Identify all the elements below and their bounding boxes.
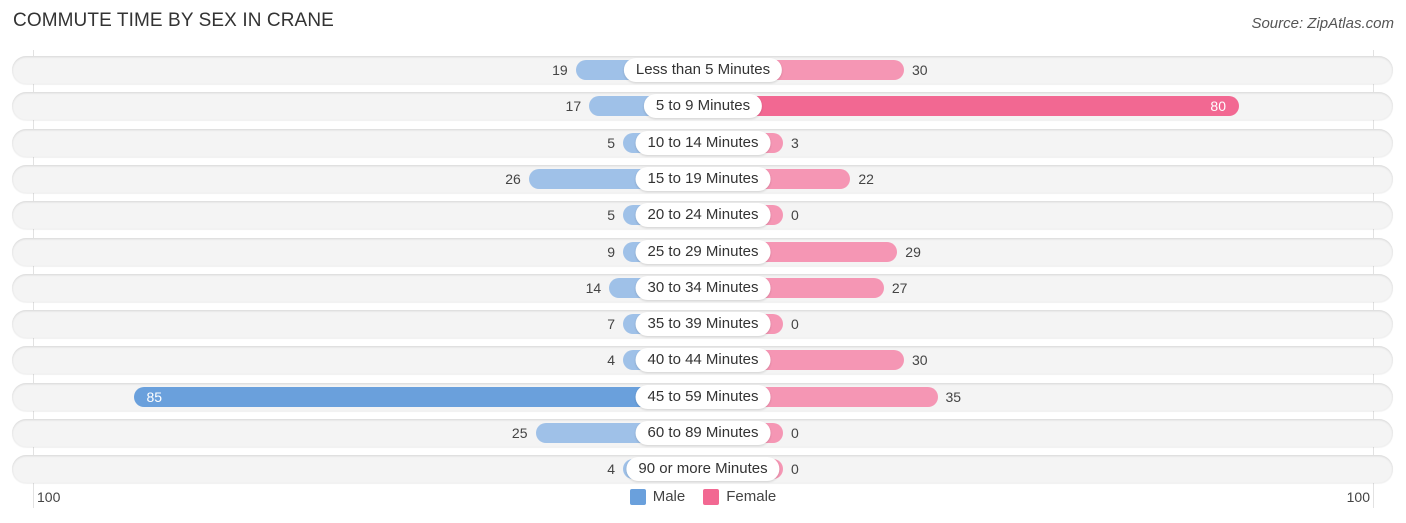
category-label: 40 to 44 Minutes (635, 348, 771, 373)
value-label-male: 25 (511, 425, 528, 441)
source-label: Source: ZipAtlas.com (1251, 15, 1394, 32)
category-label: Less than 5 Minutes (623, 58, 783, 82)
category-label: 10 to 14 Minutes (635, 130, 771, 155)
value-label-female: 0 (791, 425, 799, 441)
value-label-male: 19 (552, 62, 568, 78)
value-label-female: 3 (791, 134, 799, 151)
value-label-male: 85 (146, 388, 163, 405)
category-label: 5 to 9 Minutes (643, 94, 763, 119)
legend-item-male[interactable]: Male (629, 488, 686, 505)
legend-label-female: Female (726, 488, 777, 505)
legend-swatch-female (703, 488, 720, 505)
category-label: 90 or more Minutes (626, 457, 780, 482)
category-label: 25 to 29 Minutes (635, 239, 771, 264)
value-label-male: 26 (505, 170, 521, 187)
chart-title: COMMUTE TIME BY SEX IN CRANE (13, 10, 334, 31)
category-label: 30 to 34 Minutes (635, 275, 771, 300)
legend-label-male: Male (652, 488, 686, 505)
value-label-male: 5 (607, 207, 615, 224)
value-label-female: 35 (945, 388, 962, 405)
value-label-female: 0 (791, 207, 799, 224)
value-label-female: 0 (791, 316, 799, 333)
bar-female[interactable] (703, 96, 1239, 117)
legend-item-female[interactable]: Female (703, 488, 776, 505)
category-label: 20 to 24 Minutes (635, 203, 771, 228)
category-label: 60 to 89 Minutes (635, 421, 771, 445)
value-label-female: 27 (891, 279, 908, 296)
category-label: 15 to 19 Minutes (635, 166, 771, 191)
value-label-male: 5 (607, 134, 615, 151)
value-label-male: 4 (607, 352, 615, 369)
value-label-female: 80 (1210, 98, 1226, 115)
value-label-male: 9 (607, 243, 615, 260)
value-label-male: 7 (607, 316, 615, 333)
value-label-female: 22 (858, 170, 874, 187)
value-label-female: 30 (912, 62, 928, 78)
legend-swatch-male (629, 488, 646, 505)
value-label-female: 29 (905, 243, 921, 260)
value-label-male: 14 (585, 279, 602, 296)
value-label-male: 17 (565, 98, 582, 115)
value-label-female: 30 (912, 352, 928, 369)
bar-male[interactable] (133, 386, 703, 407)
value-label-female: 0 (791, 461, 799, 478)
value-label-male: 4 (607, 461, 615, 478)
legend: Male Female (0, 488, 1406, 505)
category-label: 35 to 39 Minutes (635, 312, 771, 337)
category-label: 45 to 59 Minutes (635, 384, 771, 409)
